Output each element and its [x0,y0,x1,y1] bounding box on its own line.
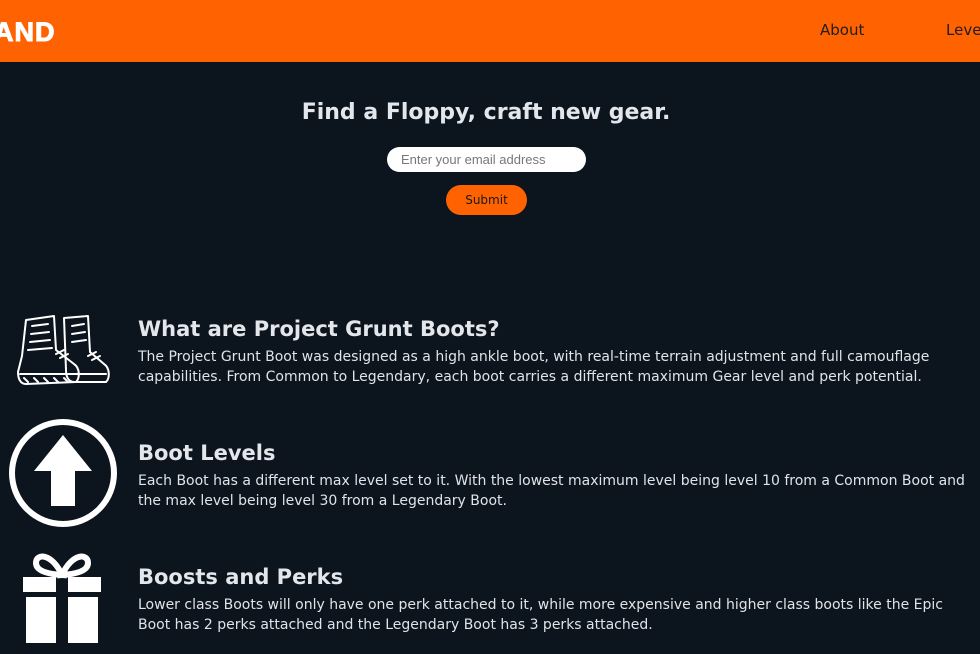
gift-icon [22,551,102,649]
feature-title-perks: Boosts and Perks [138,565,344,589]
nav-link-about[interactable]: About [820,21,864,39]
feature-text-levels: Each Boot has a different max level set … [138,473,965,509]
arrow-up-circle-icon [7,418,119,534]
site-logo[interactable]: AND [0,17,56,48]
feature-title-levels: Boot Levels [138,441,276,465]
nav-link-levels[interactable]: Levels [946,21,980,39]
feature-text-boots: The Project Grunt Boot was designed as a… [138,349,930,385]
hero-title: Find a Floppy, craft new gear. [301,100,671,125]
feature-text-perks: Lower class Boots will only have one per… [138,597,943,633]
feature-title-boots: What are Project Grunt Boots? [138,317,500,341]
email-input[interactable] [387,147,586,172]
top-navbar: AND About Levels [0,0,980,62]
boots-icon [14,312,112,392]
submit-button[interactable]: Submit [446,185,527,215]
